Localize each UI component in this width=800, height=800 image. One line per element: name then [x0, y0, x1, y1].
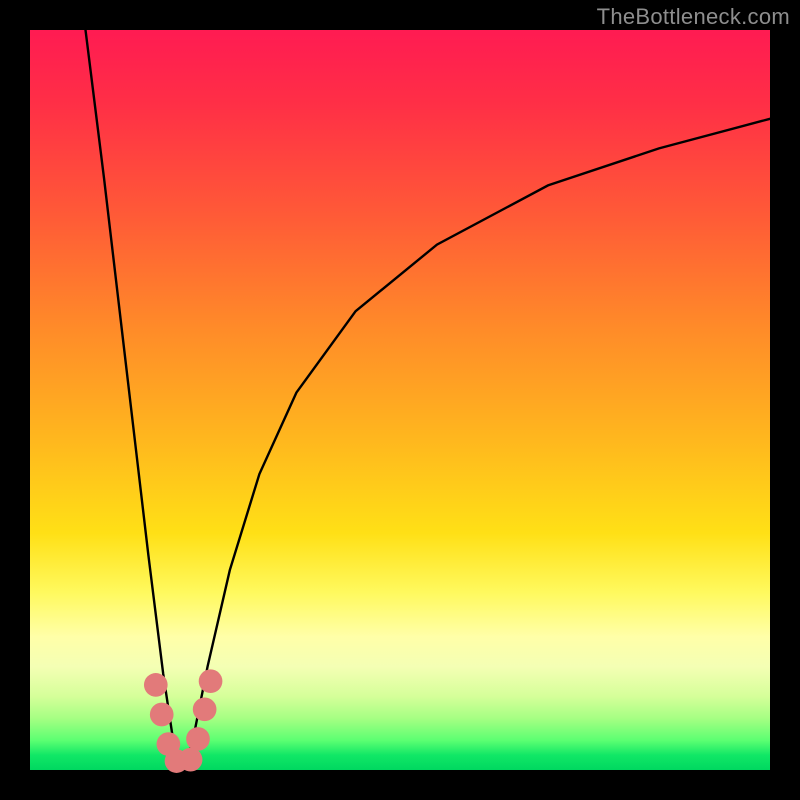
left-curve — [86, 30, 179, 766]
plot-area — [30, 30, 770, 770]
right-marker-4 — [199, 669, 223, 693]
chart-svg — [30, 30, 770, 770]
right-marker-2 — [186, 727, 210, 751]
right-curve — [185, 119, 770, 767]
watermark-text: TheBottleneck.com — [597, 4, 790, 30]
right-marker-1 — [179, 748, 203, 772]
outer-frame: TheBottleneck.com — [0, 0, 800, 800]
marker-group — [144, 669, 222, 773]
left-marker-2 — [150, 703, 174, 727]
left-marker-1 — [144, 673, 168, 697]
right-marker-3 — [193, 697, 217, 721]
